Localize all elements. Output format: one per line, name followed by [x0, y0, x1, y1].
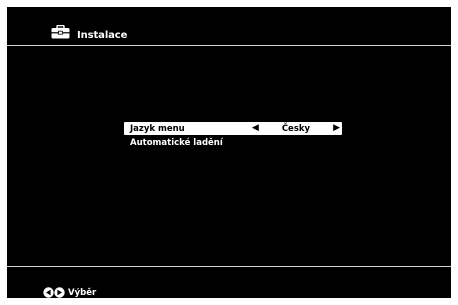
menu-item-label: Automatické ladění — [130, 137, 223, 148]
arrow-right-icon[interactable]: ▶ — [333, 124, 340, 133]
tv-menu-screen: Instalace Jazyk menu ◀ Česky ▶ Automatic… — [7, 7, 451, 298]
menu-item-menu-language[interactable]: Jazyk menu ◀ Česky ▶ — [124, 122, 342, 135]
footer-hint-label: Výběr — [68, 287, 97, 298]
language-selector: ◀ Česky ▶ — [252, 124, 342, 134]
footer-hint: Výběr — [43, 287, 96, 298]
menu-item-value: Česky — [281, 123, 311, 134]
menu-item-auto-tuning[interactable]: Automatické ladění — [124, 136, 342, 149]
menu-item-label: Jazyk menu — [130, 123, 185, 134]
page-title: Instalace — [77, 29, 128, 41]
arrow-left-icon[interactable]: ◀ — [252, 124, 259, 133]
toolbox-icon — [51, 25, 70, 39]
menu-header: Instalace — [51, 23, 127, 41]
left-right-arrows-icon — [43, 287, 65, 298]
footer-divider — [7, 266, 451, 267]
settings-menu: Jazyk menu ◀ Česky ▶ Automatické ladění — [124, 122, 342, 149]
header-divider — [7, 45, 451, 46]
